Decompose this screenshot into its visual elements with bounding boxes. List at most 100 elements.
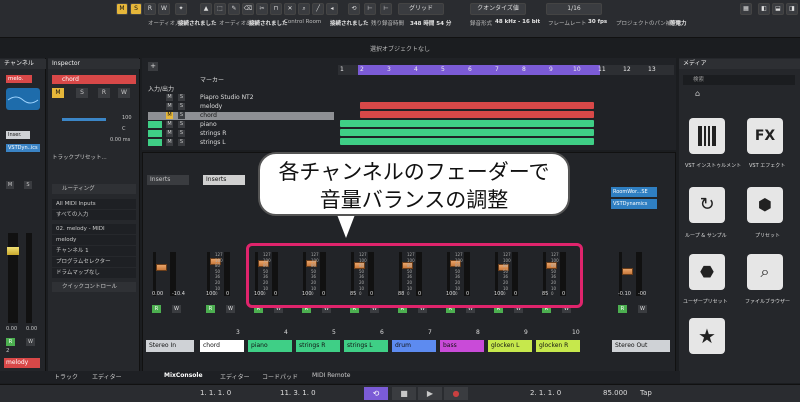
- tab-mixconsole[interactable]: MixConsole: [164, 372, 203, 379]
- midi-input-select[interactable]: All MIDI Inputs: [52, 199, 136, 209]
- quantize-dropdown[interactable]: クオンタイズ値: [470, 3, 526, 15]
- channel-name[interactable]: piano: [248, 340, 292, 352]
- automation-icon[interactable]: ✦: [175, 3, 187, 15]
- fx-icon[interactable]: FX: [747, 118, 783, 154]
- routing-section[interactable]: ルーティング: [52, 184, 136, 194]
- draw-tool-icon[interactable]: ✎: [228, 3, 240, 15]
- channel-mute-button[interactable]: M: [6, 181, 14, 189]
- read-mode-button[interactable]: R: [144, 3, 156, 15]
- cycle-range[interactable]: [358, 65, 600, 75]
- inspector-read-button[interactable]: R: [98, 88, 110, 98]
- channel-name[interactable]: bass: [440, 340, 484, 352]
- channel-write-button[interactable]: W: [26, 338, 35, 346]
- inspector-tab[interactable]: Inspector: [48, 59, 140, 69]
- tab-chord-pads[interactable]: コードパッド: [262, 372, 298, 381]
- zoom-tool-icon[interactable]: ⌕: [298, 3, 310, 15]
- snap-type-icon[interactable]: ⊢: [380, 3, 392, 15]
- channel-fader-track[interactable]: [7, 233, 19, 323]
- eq-curve-display[interactable]: [6, 88, 40, 110]
- quantize-value-dropdown[interactable]: 1/16: [546, 3, 602, 15]
- track-mute-button[interactable]: M: [166, 130, 173, 137]
- track-mute-button[interactable]: M: [166, 121, 173, 128]
- inspector-volume-slider[interactable]: [62, 118, 106, 121]
- channel-name[interactable]: drum: [392, 340, 436, 352]
- write-automation-button[interactable]: W: [226, 305, 235, 313]
- media-search-input[interactable]: 検索: [683, 75, 795, 85]
- tab-editor-2[interactable]: エディター: [220, 372, 250, 381]
- cycle-button[interactable]: ⟲: [364, 387, 388, 400]
- right-locator[interactable]: 11. 3. 1. 0: [280, 389, 316, 397]
- tap-button[interactable]: Tap: [640, 389, 652, 397]
- inspector-solo-button[interactable]: S: [76, 88, 88, 98]
- read-automation-button[interactable]: R: [618, 305, 627, 313]
- stereo-in-inserts[interactable]: Inserts: [147, 175, 189, 185]
- read-automation-button[interactable]: R: [206, 305, 215, 313]
- quick-control-section[interactable]: クイックコントロール: [52, 282, 136, 292]
- preset-icon[interactable]: ⬢: [747, 187, 783, 223]
- split-tool-icon[interactable]: ✂: [256, 3, 268, 15]
- track-row[interactable]: M Sstrings R: [148, 130, 334, 138]
- midi-output-select[interactable]: 02. melody - MIDI: [52, 224, 136, 234]
- stereo-out-insert-1[interactable]: RoomWor...SE: [611, 187, 657, 197]
- user-preset-icon[interactable]: ⬣: [689, 254, 725, 290]
- channel-name[interactable]: Stereo In: [146, 340, 194, 352]
- mute-mode-button[interactable]: M: [116, 3, 128, 15]
- timeline-ruler[interactable]: 1 2 3 4 5 6 7 8 9 10 11 12 13: [338, 65, 674, 75]
- record-button[interactable]: ●: [444, 387, 468, 400]
- inspector-mute-button[interactable]: M: [52, 88, 64, 98]
- marker-track[interactable]: マーカー: [148, 75, 334, 84]
- write-automation-button[interactable]: W: [638, 305, 647, 313]
- track-mute-button[interactable]: M: [166, 112, 173, 119]
- track-row[interactable]: M S Piapro Studio NT2: [148, 94, 334, 102]
- track-mute-button[interactable]: M: [166, 103, 173, 110]
- stop-button[interactable]: ■: [392, 387, 416, 400]
- tab-midi-remote[interactable]: MIDI Remote: [312, 372, 350, 379]
- home-icon[interactable]: ⌂: [695, 89, 700, 98]
- midi-event-strings-r[interactable]: [340, 129, 594, 136]
- strip-volume-value[interactable]: 0.00: [152, 291, 163, 297]
- track-solo-button[interactable]: S: [178, 139, 185, 146]
- write-automation-button[interactable]: W: [172, 305, 181, 313]
- left-zone-toggle-icon[interactable]: ◧: [758, 3, 770, 15]
- fader-track[interactable]: [619, 252, 633, 296]
- track-row[interactable]: M Spiano: [148, 121, 334, 129]
- read-automation-button[interactable]: R: [152, 305, 161, 313]
- midi-event-chord[interactable]: [360, 111, 594, 118]
- inspector-track-name[interactable]: chord: [52, 75, 136, 84]
- media-tab[interactable]: メディア: [679, 59, 800, 69]
- channel-name[interactable]: strings R: [296, 340, 340, 352]
- track-row[interactable]: M Sstrings L: [148, 139, 334, 147]
- channel-track-name[interactable]: melo.: [6, 75, 32, 83]
- track-solo-button[interactable]: S: [178, 112, 185, 119]
- snap-icon[interactable]: ⊢: [364, 3, 376, 15]
- midi-event-melody[interactable]: [360, 102, 594, 109]
- output-name-field[interactable]: melody: [52, 235, 136, 245]
- add-track-icon[interactable]: +: [148, 62, 158, 71]
- fader-track[interactable]: [153, 252, 167, 296]
- channel-input-select[interactable]: すべての入力: [52, 210, 136, 220]
- play-tool-icon[interactable]: ◂: [326, 3, 338, 15]
- track-preset-field[interactable]: トラックプリセット...: [52, 153, 136, 163]
- channel-fader-knob[interactable]: [7, 247, 19, 255]
- channel-tab[interactable]: チャンネル: [0, 59, 46, 69]
- channel-solo-button[interactable]: S: [24, 181, 32, 189]
- tempo-value[interactable]: 85.000: [603, 389, 628, 397]
- inspector-write-button[interactable]: W: [118, 88, 130, 98]
- grid-dropdown[interactable]: グリッド: [398, 3, 444, 15]
- track-solo-button[interactable]: S: [178, 94, 185, 101]
- loop-icon[interactable]: ↻: [689, 187, 725, 223]
- erase-tool-icon[interactable]: ⌫: [242, 3, 254, 15]
- window-layout-icon[interactable]: ▦: [740, 3, 752, 15]
- channel-name[interactable]: glocken L: [488, 340, 532, 352]
- fader-track[interactable]: [207, 252, 221, 296]
- line-tool-icon[interactable]: ╱: [312, 3, 324, 15]
- midi-event-piano[interactable]: [340, 120, 594, 127]
- program-selector[interactable]: プログラムセレクター: [52, 257, 136, 267]
- track-mute-button[interactable]: M: [166, 139, 173, 146]
- channel-insert-label[interactable]: Inser.: [6, 131, 30, 139]
- io-track[interactable]: 入力/出力: [148, 84, 334, 93]
- chord-inserts[interactable]: Inserts: [203, 175, 245, 185]
- fader-knob[interactable]: [156, 264, 167, 271]
- favorites-star-icon[interactable]: ★: [689, 318, 725, 354]
- channel-name-label[interactable]: melody: [4, 358, 40, 368]
